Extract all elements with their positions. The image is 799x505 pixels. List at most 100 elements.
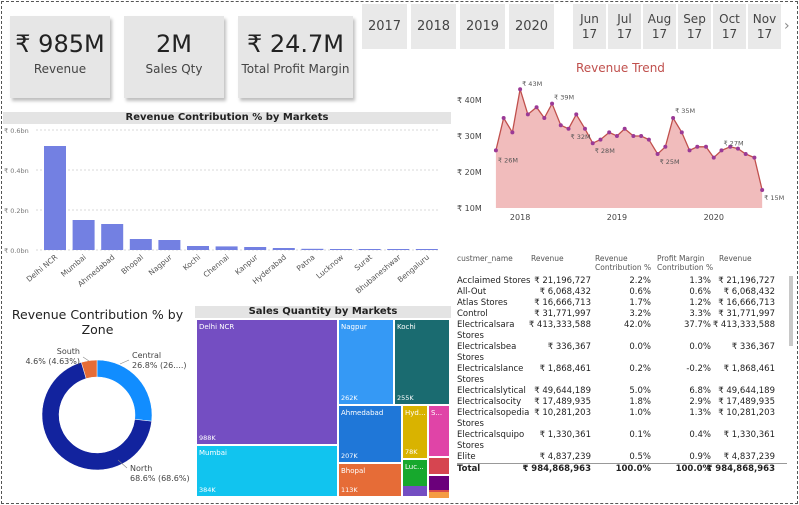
- kpi-profit-margin-value: ₹ 24.7M: [246, 30, 345, 58]
- treemap-tile[interactable]: [429, 458, 449, 474]
- trend-point[interactable]: [598, 137, 603, 142]
- table-row[interactable]: Elite ₹ 4,837,239 0.5% 0.9% ₹ 4,837,239: [457, 452, 787, 463]
- treemap-tile-luc-[interactable]: Luc...: [403, 460, 427, 486]
- table-row[interactable]: Acclaimed Stores ₹ 21,196,727 2.2% 1.3% ₹ 21…: [457, 276, 787, 287]
- trend-point[interactable]: [534, 105, 539, 110]
- kpi-sales-qty-card[interactable]: 2M Sales Qty: [124, 16, 224, 98]
- trend-point[interactable]: [493, 148, 498, 153]
- trend-point[interactable]: [558, 123, 563, 128]
- trend-point[interactable]: [752, 155, 757, 160]
- table-row[interactable]: Electricalslytical ₹ 49,644,189 5.0% 6.8% ₹ …: [457, 386, 787, 397]
- trend-point[interactable]: [582, 126, 587, 131]
- month-slicer-jul[interactable]: Jul 17: [608, 4, 641, 49]
- trend-point[interactable]: [743, 152, 748, 156]
- treemap-tile[interactable]: [429, 476, 449, 490]
- col-header-revenue-contribution[interactable]: Revenue Contribution %: [595, 254, 655, 272]
- treemap-tile-s-[interactable]: S...: [429, 406, 449, 456]
- month-slicer-sep[interactable]: Sep 17: [678, 4, 711, 49]
- bar-bengaluru[interactable]: [415, 249, 438, 250]
- trend-point[interactable]: [655, 152, 660, 156]
- bar-bhopal[interactable]: [129, 239, 152, 250]
- treemap-tile-value: 207K: [341, 452, 358, 460]
- donut-leader: [119, 359, 130, 365]
- trend-point[interactable]: [704, 144, 709, 149]
- trend-point[interactable]: [614, 134, 619, 138]
- treemap-tile-mumbai[interactable]: Mumbai 384K: [197, 446, 337, 496]
- treemap-tile-kochi[interactable]: Kochi 255K: [395, 320, 449, 404]
- month-slicer-oct[interactable]: Oct 17: [713, 4, 746, 49]
- cell-customer-name-cont: Stores: [457, 353, 484, 363]
- table-row[interactable]: Electricalsocity ₹ 17,489,935 1.8% 2.9% ₹ 17…: [457, 397, 787, 408]
- treemap-tile[interactable]: [403, 486, 427, 496]
- bar-patna[interactable]: [301, 248, 324, 250]
- bar-kanpur[interactable]: [244, 247, 267, 250]
- month-slicer-nov[interactable]: Nov 17: [748, 4, 781, 49]
- cell-revenue: ₹ 1,868,461: [539, 364, 591, 374]
- bar-ahmedabad[interactable]: [101, 224, 124, 250]
- table-row[interactable]: Electricalsbea Stores ₹ 336,367 0.0% 0.0% ₹ 3…: [457, 342, 787, 364]
- treemap-tile-label: Bhopal: [341, 467, 366, 475]
- cell-revenue: ₹ 4,837,239: [539, 452, 591, 462]
- trend-point[interactable]: [510, 130, 515, 135]
- treemap-tile-delhi-ncr[interactable]: Delhi NCR 988K: [197, 320, 337, 444]
- trend-point[interactable]: [687, 148, 692, 153]
- trend-point[interactable]: [631, 134, 636, 138]
- col-header-revenue-2[interactable]: Revenue: [719, 254, 779, 263]
- trend-point[interactable]: [550, 101, 555, 106]
- trend-point[interactable]: [671, 116, 676, 120]
- kpi-profit-margin-card[interactable]: ₹ 24.7M Total Profit Margin: [238, 16, 353, 98]
- table-scrollbar[interactable]: [789, 276, 793, 346]
- table-row[interactable]: All-Out ₹ 6,068,432 0.6% 0.6% ₹ 6,068,432: [457, 287, 787, 298]
- trend-point[interactable]: [679, 130, 684, 135]
- bar-bhubaneshwar[interactable]: [387, 249, 410, 250]
- col-header-revenue[interactable]: Revenue: [531, 254, 591, 263]
- treemap-tile-hyd-[interactable]: Hyd... 78K: [403, 406, 427, 458]
- treemap-tile[interactable]: [429, 492, 449, 498]
- trend-point[interactable]: [663, 144, 668, 149]
- year-slicer-2017[interactable]: 2017: [362, 4, 407, 49]
- bar-kochi[interactable]: [187, 246, 209, 250]
- bar-lucknow[interactable]: [330, 249, 352, 250]
- revenue-by-markets-title: Revenue Contribution % by Markets: [3, 112, 451, 124]
- table-row[interactable]: Electricalsopedia Stores ₹ 10,281,203 1.0% 1…: [457, 408, 787, 430]
- year-slicer-2020[interactable]: 2020: [509, 4, 554, 49]
- trend-point[interactable]: [525, 112, 530, 117]
- table-row[interactable]: Control ₹ 31,771,997 3.2% 3.3% ₹ 31,771,997: [457, 309, 787, 320]
- bar-nagpur[interactable]: [158, 240, 181, 250]
- chevron-right-icon[interactable]: ›: [784, 18, 790, 34]
- kpi-revenue-card[interactable]: ₹ 985M Revenue: [10, 16, 110, 98]
- trend-point[interactable]: [501, 116, 506, 120]
- year-slicer-2019[interactable]: 2019: [460, 4, 505, 49]
- table-row[interactable]: Atlas Stores ₹ 16,666,713 1.7% 1.2% ₹ 16,666…: [457, 298, 787, 309]
- trend-point[interactable]: [590, 141, 595, 146]
- bar-surat[interactable]: [358, 249, 381, 250]
- treemap-tile-bhopal[interactable]: Bhopal 113K: [339, 464, 401, 496]
- table-row[interactable]: Electricalslance Stores ₹ 1,868,461 0.2% -0.…: [457, 364, 787, 386]
- year-slicer-2018[interactable]: 2018: [411, 4, 456, 49]
- trend-point[interactable]: [719, 148, 724, 153]
- donut-sublabel-north: 68.6% (68.6%): [130, 474, 190, 483]
- trend-point[interactable]: [695, 144, 700, 149]
- trend-point[interactable]: [711, 155, 716, 160]
- revenue-by-zone-title: Revenue Contribution % by Zone: [11, 307, 184, 337]
- trend-point[interactable]: [542, 116, 547, 120]
- month-slicer-jun[interactable]: Jun 17: [573, 4, 606, 49]
- treemap-tile-nagpur[interactable]: Nagpur 262K: [339, 320, 393, 404]
- trend-point[interactable]: [646, 137, 651, 142]
- bar-delhi-ncr[interactable]: [44, 146, 66, 250]
- treemap-tile-ahmedabad[interactable]: Ahmedabad 207K: [339, 406, 401, 462]
- trend-point[interactable]: [607, 130, 612, 135]
- table-row[interactable]: Electricalsara Stores ₹ 413,333,588 42.0% 37…: [457, 320, 787, 342]
- trend-point[interactable]: [566, 126, 571, 131]
- trend-point[interactable]: [622, 126, 627, 131]
- bar-hyderabad[interactable]: [272, 248, 295, 250]
- col-header-customer[interactable]: custmer_name: [457, 254, 527, 263]
- col-header-profit-margin[interactable]: Profit Margin Contribution %: [657, 254, 717, 272]
- trend-point[interactable]: [760, 188, 765, 192]
- trend-point[interactable]: [574, 112, 579, 117]
- table-row[interactable]: Electricalsquipo Stores ₹ 1,330,361 0.1% 0.4…: [457, 430, 787, 452]
- bar-chennai[interactable]: [215, 246, 238, 250]
- trend-point[interactable]: [639, 134, 644, 138]
- month-slicer-aug[interactable]: Aug 17: [643, 4, 676, 49]
- bar-mumbai[interactable]: [72, 220, 95, 250]
